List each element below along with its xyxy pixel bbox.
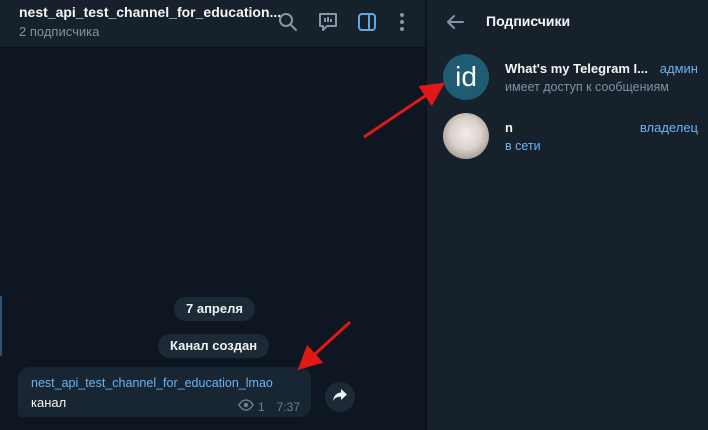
poll-icon[interactable] bbox=[316, 10, 340, 34]
avatar: id bbox=[443, 54, 489, 100]
view-count: 1 bbox=[257, 399, 265, 414]
panel-title: Подписчики bbox=[486, 13, 571, 29]
channel-name[interactable]: nest_api_test_channel_for_education_lmao bbox=[31, 376, 273, 390]
avatar bbox=[443, 113, 489, 159]
search-icon[interactable] bbox=[276, 10, 300, 34]
share-button[interactable] bbox=[325, 382, 355, 412]
chat-area: nest_api_test_channel_for_education... 2… bbox=[0, 0, 425, 430]
chat-title[interactable]: nest_api_test_channel_for_education... bbox=[19, 4, 281, 20]
member-role: админ bbox=[659, 61, 698, 76]
panel-header: Подписчики bbox=[427, 0, 708, 44]
message-bubble[interactable]: nest_api_test_channel_for_education_lmao… bbox=[18, 367, 311, 417]
chat-header[interactable]: nest_api_test_channel_for_education... 2… bbox=[0, 0, 425, 48]
member-status: в сети bbox=[505, 139, 541, 153]
member-status: имеет доступ к сообщениям bbox=[505, 80, 669, 94]
member-role: владелец bbox=[639, 120, 698, 135]
member-name: n bbox=[505, 120, 513, 135]
message-time: 7:37 bbox=[276, 399, 300, 414]
message-text: канал bbox=[31, 395, 67, 410]
service-message: Канал создан bbox=[158, 334, 270, 358]
subscriber-count: 2 подписчика bbox=[19, 24, 100, 39]
date-pill: 7 апреля bbox=[174, 297, 255, 321]
eye-icon bbox=[238, 399, 254, 414]
back-arrow-icon[interactable] bbox=[443, 10, 467, 34]
sidebar-toggle-icon[interactable] bbox=[355, 10, 379, 34]
member-item[interactable]: id What's my Telegram I... админ имеет д… bbox=[427, 54, 708, 110]
member-name: What's my Telegram I... bbox=[505, 61, 648, 76]
more-icon[interactable] bbox=[390, 10, 414, 34]
share-icon bbox=[332, 388, 348, 407]
scroll-indicator[interactable] bbox=[0, 296, 2, 356]
message-meta: 1 7:37 bbox=[238, 399, 300, 414]
member-item[interactable]: n владелец в сети bbox=[427, 113, 708, 169]
subscribers-panel: Подписчики id What's my Telegram I... ад… bbox=[427, 0, 708, 430]
